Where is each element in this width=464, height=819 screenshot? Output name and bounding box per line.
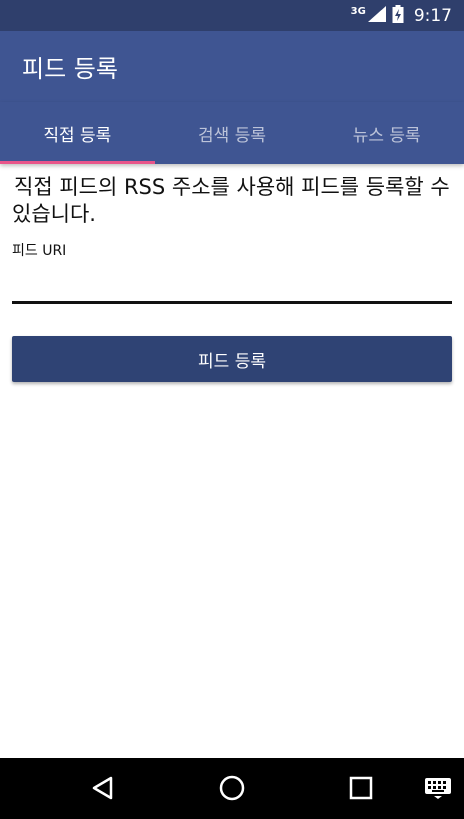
tab-search-register[interactable]: 검색 등록 bbox=[155, 102, 310, 164]
description-text: 직접 피드의 RSS 주소를 사용해 피드를 등록할 수 있습니다. bbox=[12, 175, 450, 226]
app-bar: 피드 등록 bbox=[0, 31, 464, 102]
tab-bar: 직접 등록 검색 등록 뉴스 등록 bbox=[0, 102, 464, 164]
home-icon[interactable] bbox=[208, 764, 256, 812]
battery-icon bbox=[392, 4, 404, 27]
recents-icon[interactable] bbox=[337, 764, 385, 812]
main-content: 직접 피드의 RSS 주소를 사용해 피드를 등록할 수 있습니다. 피드 UR… bbox=[0, 164, 464, 382]
page-title: 피드 등록 bbox=[22, 55, 118, 83]
tab-label: 뉴스 등록 bbox=[352, 125, 421, 146]
tab-direct-register[interactable]: 직접 등록 bbox=[0, 102, 155, 164]
keyboard-icon[interactable] bbox=[414, 764, 462, 812]
navigation-bar bbox=[0, 758, 464, 819]
status-bar: 3G 9:17 bbox=[0, 0, 464, 31]
signal-icon bbox=[367, 5, 386, 26]
register-feed-button[interactable]: 피드 등록 bbox=[12, 336, 452, 382]
back-icon[interactable] bbox=[79, 764, 127, 812]
feed-uri-input[interactable] bbox=[12, 274, 452, 304]
feed-uri-label: 피드 URI bbox=[12, 243, 67, 259]
tab-label: 검색 등록 bbox=[198, 125, 266, 146]
network-type: 3G bbox=[350, 6, 366, 17]
tab-label: 직접 등록 bbox=[43, 125, 112, 146]
clock: 9:17 bbox=[413, 5, 452, 26]
tab-news-register[interactable]: 뉴스 등록 bbox=[309, 102, 464, 164]
